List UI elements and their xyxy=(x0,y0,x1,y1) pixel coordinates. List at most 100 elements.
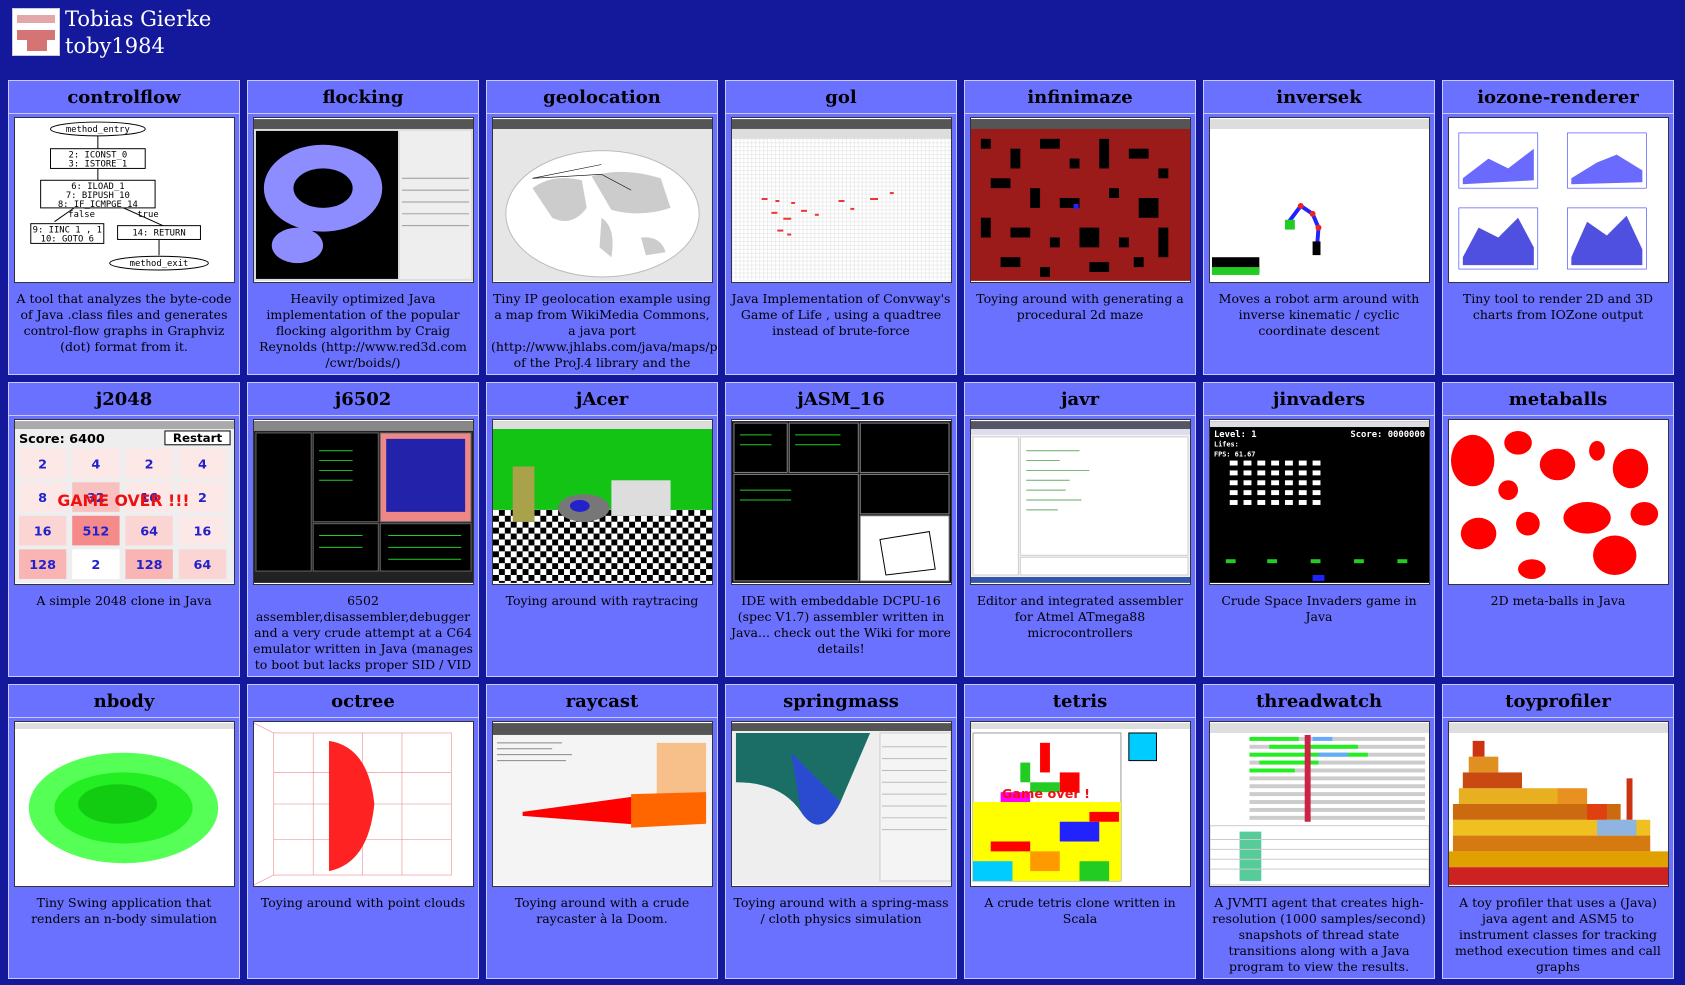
jinvaders-level: Level: 1 xyxy=(1214,430,1257,440)
project-card-gol[interactable]: gol Java Implementation of Convway's Gam… xyxy=(725,80,957,375)
project-title[interactable]: j2048 xyxy=(9,383,239,416)
j2048-cell: 4 xyxy=(198,457,207,472)
project-title[interactable]: iozone-renderer xyxy=(1443,81,1673,114)
project-title[interactable]: toyprofiler xyxy=(1443,685,1673,718)
project-description: A tool that analyzes the byte-code of Ja… xyxy=(16,291,232,354)
project-thumbnail[interactable] xyxy=(1209,721,1430,887)
project-card-javr[interactable]: javr Editor and integrated assembler for… xyxy=(964,382,1196,677)
project-thumbnail[interactable] xyxy=(253,721,474,887)
j2048-cell: 2 xyxy=(198,491,207,506)
project-card-infinimaze[interactable]: infinimaze Toying around with generating… xyxy=(964,80,1196,375)
project-card-nbody[interactable]: nbody Tiny Swing application that render… xyxy=(8,684,240,979)
project-description: Crude Space Invaders game in Java xyxy=(1221,593,1417,624)
project-title[interactable]: octree xyxy=(248,685,478,718)
project-card-j2048[interactable]: j2048 Score: 6400 Restart 2 4 2 4 8 32 1… xyxy=(8,382,240,677)
project-title[interactable]: gol xyxy=(726,81,956,114)
cf-node: method_exit xyxy=(130,259,189,269)
jinvaders-fps: FPS: 61.67 xyxy=(1214,451,1256,459)
j2048-gameover: GAME OVER !!! xyxy=(57,491,189,510)
jinvaders-lives: Lifes: xyxy=(1214,441,1239,449)
project-thumbnail[interactable] xyxy=(1448,419,1669,585)
project-card-flocking[interactable]: flocking Heavily optimized Java implemen… xyxy=(247,80,479,375)
project-card-springmass[interactable]: springmass Toying around with a spring-m… xyxy=(725,684,957,979)
project-thumbnail[interactable] xyxy=(1448,117,1669,283)
project-card-jinvaders[interactable]: jinvaders Level: 1 Score: 0000000 Lifes:… xyxy=(1203,382,1435,677)
project-description: Heavily optimized Java implementation of… xyxy=(259,291,467,370)
project-title[interactable]: javr xyxy=(965,383,1195,416)
project-card-octree[interactable]: octree Toying around with point clouds xyxy=(247,684,479,979)
project-thumbnail[interactable]: method_entry 2: ICONST_0 3: ISTORE_1 6: … xyxy=(14,117,235,283)
project-card-raycast[interactable]: raycast Toying around with a crude rayca… xyxy=(486,684,718,979)
project-thumbnail[interactable] xyxy=(14,721,235,887)
project-thumbnail[interactable]: Game over ! xyxy=(970,721,1191,887)
cf-node: 10: GOTO 6 xyxy=(41,234,94,244)
j2048-cell: 8 xyxy=(38,491,47,506)
project-thumbnail[interactable] xyxy=(492,419,713,585)
project-thumbnail[interactable] xyxy=(970,419,1191,585)
cf-node: method_entry xyxy=(66,125,130,135)
project-thumbnail[interactable]: Level: 1 Score: 0000000 Lifes: FPS: 61.6… xyxy=(1209,419,1430,585)
project-card-jacer[interactable]: jAcer Toying around with raytracing xyxy=(486,382,718,677)
project-thumbnail[interactable] xyxy=(1448,721,1669,887)
project-title[interactable]: j6502 xyxy=(248,383,478,416)
avatar-icon[interactable] xyxy=(12,8,60,56)
project-thumbnail[interactable] xyxy=(253,419,474,585)
project-description: A crude tetris clone written in Scala xyxy=(984,895,1176,926)
j2048-cell: 4 xyxy=(91,457,100,472)
project-card-jasm16[interactable]: jASM_16 IDE with embeddable DCPU-16 (spe… xyxy=(725,382,957,677)
project-title[interactable]: tetris xyxy=(965,685,1195,718)
project-title[interactable]: nbody xyxy=(9,685,239,718)
cf-node: 14: RETURN xyxy=(132,229,185,239)
project-title[interactable]: infinimaze xyxy=(965,81,1195,114)
cf-edge-label: true xyxy=(137,210,158,220)
project-title[interactable]: flocking xyxy=(248,81,478,114)
project-description: A JVMTI agent that creates high-resoluti… xyxy=(1212,895,1426,974)
project-title[interactable]: jASM_16 xyxy=(726,383,956,416)
j2048-cell: 16 xyxy=(34,525,52,540)
project-thumbnail[interactable] xyxy=(731,721,952,887)
project-thumbnail[interactable] xyxy=(731,419,952,585)
project-card-inversek[interactable]: inversek Moves a robot arm around with i… xyxy=(1203,80,1435,375)
j2048-cell: 128 xyxy=(29,558,56,573)
cf-node: 3: ISTORE_1 xyxy=(69,159,128,169)
project-description: Toying around with generating a procedur… xyxy=(976,291,1184,322)
project-title[interactable]: jAcer xyxy=(487,383,717,416)
project-thumbnail[interactable] xyxy=(1209,117,1430,283)
project-card-metaballs[interactable]: metaballs 2D meta-balls in Java xyxy=(1442,382,1674,677)
project-thumbnail[interactable] xyxy=(492,721,713,887)
j2048-cell: 2 xyxy=(91,558,100,573)
project-thumbnail[interactable] xyxy=(492,117,713,283)
j2048-score: Score: 6400 xyxy=(19,432,105,447)
project-title[interactable]: inversek xyxy=(1204,81,1434,114)
j2048-cell: 64 xyxy=(194,558,212,573)
j2048-restart: Restart xyxy=(173,431,223,445)
project-title[interactable]: metaballs xyxy=(1443,383,1673,416)
project-title[interactable]: threadwatch xyxy=(1204,685,1434,718)
project-description: Tiny tool to render 2D and 3D charts fro… xyxy=(1462,291,1654,322)
project-card-geolocation[interactable]: geolocation Tiny IP geolocation example … xyxy=(486,80,718,375)
project-card-iozone-renderer[interactable]: iozone-renderer Tiny tool to render 2D a… xyxy=(1442,80,1674,375)
project-card-threadwatch[interactable]: threadwatch A JVMTI agent that creates h… xyxy=(1203,684,1435,979)
project-thumbnail[interactable] xyxy=(253,117,474,283)
project-card-controlflow[interactable]: controlflow method_entry 2: ICONST_0 3: … xyxy=(8,80,240,375)
project-title[interactable]: jinvaders xyxy=(1204,383,1434,416)
project-description: IDE with embeddable DCPU-16 (spec V1.7) … xyxy=(731,593,951,656)
project-thumbnail[interactable]: Score: 6400 Restart 2 4 2 4 8 32 16 2 16… xyxy=(14,419,235,585)
project-card-tetris[interactable]: tetris Game over ! A crude tetris clone … xyxy=(964,684,1196,979)
project-card-j6502[interactable]: j6502 6502 assembler,disassembler,debugg… xyxy=(247,382,479,677)
j2048-cell: 64 xyxy=(140,525,158,540)
project-title[interactable]: geolocation xyxy=(487,81,717,114)
project-title[interactable]: raycast xyxy=(487,685,717,718)
user-handle: toby1984 xyxy=(65,34,165,58)
project-thumbnail[interactable] xyxy=(731,117,952,283)
tetris-gameover: Game over ! xyxy=(1002,787,1090,802)
project-description: Moves a robot arm around with inverse ki… xyxy=(1218,291,1420,338)
project-description: Tiny Swing application that renders an n… xyxy=(31,895,217,926)
project-title[interactable]: controlflow xyxy=(9,81,239,114)
project-description: Toying around with point clouds xyxy=(260,895,466,910)
project-title[interactable]: springmass xyxy=(726,685,956,718)
project-description: Toying around with a spring-mass / cloth… xyxy=(733,895,949,926)
j2048-cell: 16 xyxy=(194,525,212,540)
project-thumbnail[interactable] xyxy=(970,117,1191,283)
project-card-toyprofiler[interactable]: toyprofiler A toy profiler that uses a (… xyxy=(1442,684,1674,979)
